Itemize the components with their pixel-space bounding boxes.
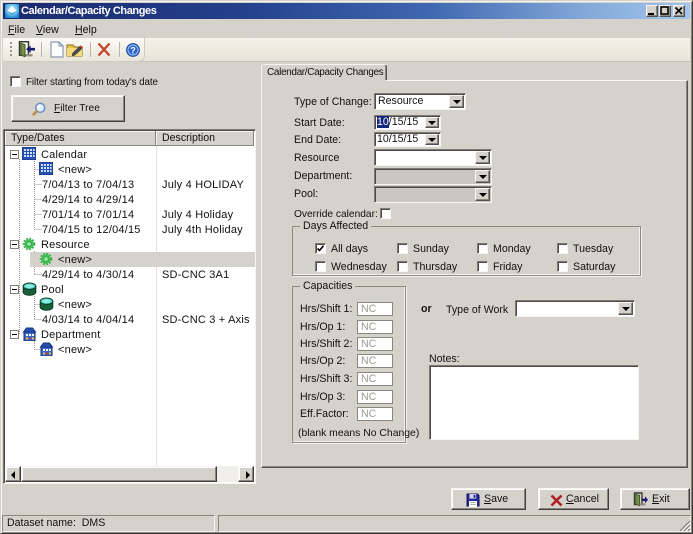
svg-text:?: ?	[130, 46, 136, 56]
